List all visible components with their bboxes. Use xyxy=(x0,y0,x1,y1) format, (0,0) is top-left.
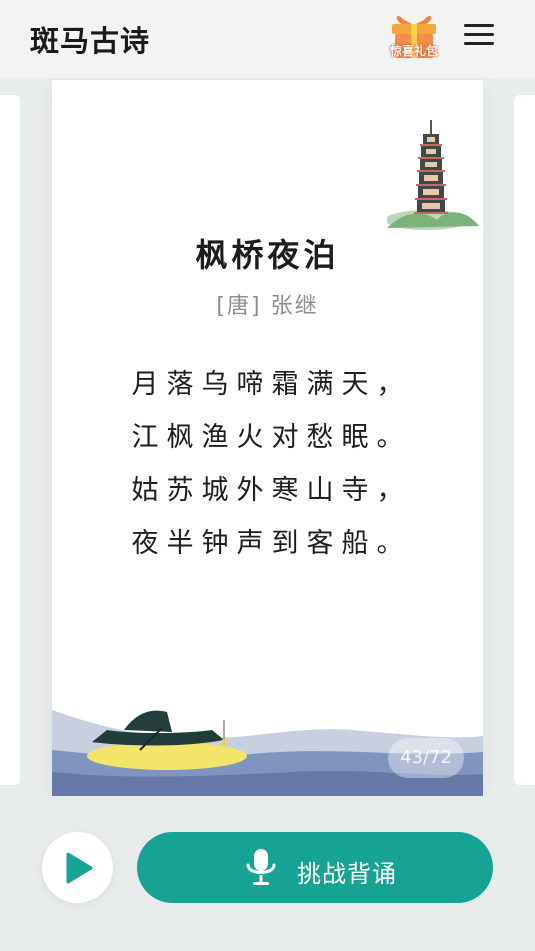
poem-line: 姑苏城外寒山寺， xyxy=(131,475,412,506)
pagoda-illustration xyxy=(387,120,479,230)
poem-body: 月落乌啼霜满天， 江枫渔火对愁眠。 姑苏城外寒山寺， 夜半钟声到客船。 xyxy=(52,358,483,570)
top-bar: 斑马古诗 惊喜礼包 xyxy=(0,0,535,78)
poem-line: 夜半钟声到客船。 xyxy=(131,528,412,559)
microphone-icon xyxy=(246,849,276,885)
poem-title: 枫桥夜泊 xyxy=(195,236,340,274)
app-title: 斑马古诗 xyxy=(30,24,151,58)
gift-pack-button[interactable]: 惊喜礼包 xyxy=(384,12,444,62)
play-icon xyxy=(66,852,93,884)
menu-icon xyxy=(462,24,496,45)
poem-line: 月落乌啼霜满天， xyxy=(131,369,412,400)
poem-author: [唐] 张继 xyxy=(216,294,319,319)
recite-label: 挑战背诵 xyxy=(297,860,397,888)
poem-line: 江枫渔火对愁眠。 xyxy=(131,422,412,453)
gift-label: 惊喜礼包 xyxy=(389,44,438,58)
play-button[interactable] xyxy=(42,832,113,903)
challenge-recite-button[interactable]: 挑战背诵 xyxy=(137,832,493,903)
poem-card: 枫桥夜泊 [唐] 张继 月落乌啼霜满天， 江枫渔火对愁眠。 姑苏城外寒山寺， 夜… xyxy=(52,80,483,796)
next-poem-card[interactable] xyxy=(514,95,535,785)
previous-poem-card[interactable] xyxy=(0,95,20,785)
page-counter: 43/72 xyxy=(388,738,464,778)
menu-button[interactable] xyxy=(462,20,496,54)
